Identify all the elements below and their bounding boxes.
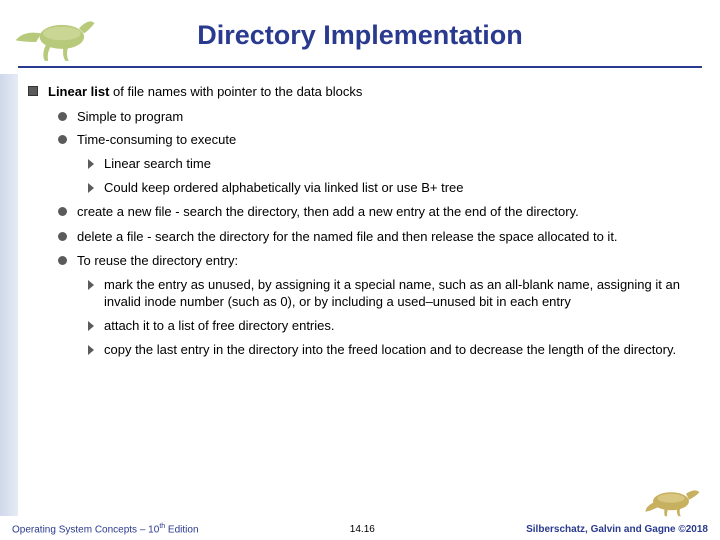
bullet-linear-list: Linear list of file names with pointer t… (28, 84, 706, 101)
arrow-bullet-icon (88, 280, 94, 290)
arrow-bullet-icon (88, 321, 94, 331)
arrow-bullet-icon (88, 159, 94, 169)
left-gradient-bar (0, 74, 18, 516)
bullet-text: Linear list of file names with pointer t… (48, 84, 706, 101)
bullet-text: delete a file - search the directory for… (77, 229, 706, 246)
dinosaur-bottom-icon (644, 480, 704, 518)
arrow-bullet-icon (88, 183, 94, 193)
bullet-text: copy the last entry in the directory int… (104, 342, 706, 359)
slide-header: Directory Implementation (0, 0, 720, 74)
footer-copyright: Silberschatz, Galvin and Gagne ©2018 (526, 524, 708, 535)
title-underline (18, 66, 702, 68)
footer-left: Operating System Concepts – 10th Edition (12, 523, 199, 535)
bullet-text: create a new file - search the directory… (77, 204, 706, 221)
bullet-reuse-entry: To reuse the directory entry: (58, 253, 706, 270)
bullet-text: Time-consuming to execute (77, 132, 706, 149)
footer-page-number: 14.16 (199, 524, 527, 535)
bullet-mark-unused: mark the entry as unused, by assigning i… (88, 277, 706, 310)
slide-footer: Operating System Concepts – 10th Edition… (0, 516, 720, 540)
bullet-delete-file: delete a file - search the directory for… (58, 229, 706, 246)
circle-bullet-icon (58, 232, 67, 241)
bullet-text: Could keep ordered alphabetically via li… (104, 180, 706, 197)
bullet-linear-search: Linear search time (88, 156, 706, 173)
circle-bullet-icon (58, 135, 67, 144)
bullet-time-consuming: Time-consuming to execute (58, 132, 706, 149)
circle-bullet-icon (58, 112, 67, 121)
bullet-create-file: create a new file - search the directory… (58, 204, 706, 221)
bullet-text: Linear search time (104, 156, 706, 173)
bullet-text: attach it to a list of free directory en… (104, 318, 706, 335)
arrow-bullet-icon (88, 345, 94, 355)
bullet-ordered: Could keep ordered alphabetically via li… (88, 180, 706, 197)
bullet-free-list: attach it to a list of free directory en… (88, 318, 706, 335)
circle-bullet-icon (58, 256, 67, 265)
bullet-text: mark the entry as unused, by assigning i… (104, 277, 706, 310)
bullet-text: To reuse the directory entry: (77, 253, 706, 270)
dinosaur-top-icon (10, 6, 100, 66)
bullet-simple: Simple to program (58, 109, 706, 126)
bullet-text: Simple to program (77, 109, 706, 126)
slide-body: Linear list of file names with pointer t… (24, 84, 706, 510)
slide-title: Directory Implementation (0, 0, 720, 51)
square-bullet-icon (28, 86, 38, 96)
bullet-copy-last: copy the last entry in the directory int… (88, 342, 706, 359)
circle-bullet-icon (58, 207, 67, 216)
